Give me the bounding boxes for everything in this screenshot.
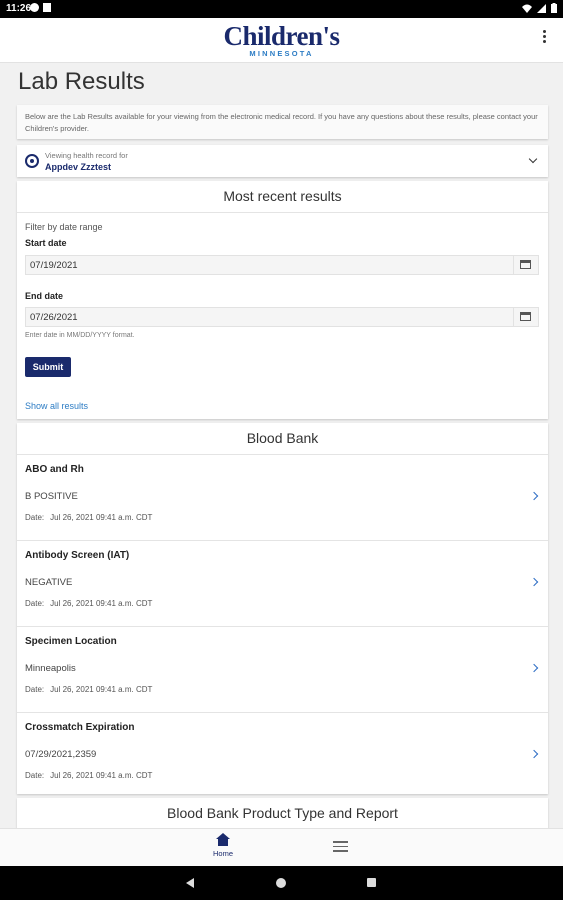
result-date: Date: Jul 26, 2021 09:41 a.m. CDT	[25, 685, 152, 694]
calendar-icon	[520, 312, 531, 321]
result-date: Date: Jul 26, 2021 09:41 a.m. CDT	[25, 771, 152, 780]
kebab-menu-icon[interactable]	[543, 30, 547, 45]
system-navigation-bar	[0, 866, 563, 900]
logo-subtitle: MINNESOTA	[249, 49, 314, 58]
signal-icon	[537, 3, 546, 13]
start-date-label: Start date	[25, 238, 67, 248]
date-format-hint: Enter date in MM/DD/YYYY format.	[25, 332, 135, 339]
result-title: Antibody Screen (IAT)	[25, 550, 130, 561]
battery-icon	[551, 3, 557, 13]
notification-icon	[30, 3, 39, 12]
end-date-value: 07/26/2021	[30, 312, 78, 323]
result-title: Specimen Location	[25, 636, 117, 647]
record-name: Appdev Zzztest	[45, 162, 112, 172]
recent-results-title: Most recent results	[17, 181, 548, 213]
date-prefix: Date:	[25, 513, 45, 522]
home-button-icon[interactable]	[276, 878, 286, 888]
childrens-logo: Children's MINNESOTA	[0, 21, 563, 59]
record-label: Viewing health record for	[45, 151, 128, 160]
result-value: Minneapolis	[25, 663, 76, 674]
end-date-label: End date	[25, 291, 64, 301]
product-report-title: Blood Bank Product Type and Report	[167, 805, 398, 821]
date-prefix: Date:	[25, 771, 45, 780]
result-value: B POSITIVE	[25, 491, 78, 502]
nav-home-label: Home	[212, 849, 233, 858]
page-title: Lab Results	[18, 68, 145, 95]
filter-label: Filter by date range	[25, 222, 103, 232]
result-row[interactable]: ABO and Rh B POSITIVE Date: Jul 26, 2021 …	[17, 455, 548, 541]
recent-apps-icon[interactable]	[367, 878, 376, 887]
show-all-results-link[interactable]: Show all results	[25, 401, 88, 411]
submit-button[interactable]: Submit	[25, 357, 71, 377]
back-icon[interactable]	[186, 878, 194, 888]
result-date-value: Jul 26, 2021 09:41 a.m. CDT	[50, 599, 153, 608]
date-prefix: Date:	[25, 685, 45, 694]
menu-icon[interactable]	[333, 841, 348, 855]
result-title: ABO and Rh	[25, 464, 84, 475]
result-title: Crossmatch Expiration	[25, 722, 135, 733]
home-icon	[216, 833, 230, 847]
chevron-right-icon[interactable]	[529, 491, 539, 501]
start-date-value: 07/19/2021	[30, 260, 78, 271]
blood-bank-card: Blood Bank ABO and Rh B POSITIVE Date: Ju…	[17, 423, 548, 794]
status-bar: 11:26	[0, 0, 563, 18]
date-prefix: Date:	[25, 599, 45, 608]
start-date-field[interactable]: 07/19/2021	[25, 255, 539, 275]
start-date-calendar-button[interactable]	[513, 256, 538, 274]
result-row[interactable]: Antibody Screen (IAT) NEGATIVE Date: Jul …	[17, 541, 548, 627]
health-record-selector[interactable]: Viewing health record for Appdev Zzztest	[17, 145, 548, 177]
chevron-down-icon[interactable]	[528, 154, 538, 164]
result-date: Date: Jul 26, 2021 09:41 a.m. CDT	[25, 599, 152, 608]
nav-home-tab[interactable]: Home	[206, 833, 240, 858]
chevron-right-icon[interactable]	[529, 663, 539, 673]
notification-icon	[43, 3, 51, 12]
chevron-right-icon[interactable]	[529, 749, 539, 759]
result-date-value: Jul 26, 2021 09:41 a.m. CDT	[50, 771, 153, 780]
intro-card: Below are the Lab Results available for …	[17, 105, 548, 139]
recent-results-card: Most recent results Filter by date range…	[17, 181, 548, 419]
end-date-field[interactable]: 07/26/2021	[25, 307, 539, 327]
bottom-navigation: Home	[0, 828, 563, 867]
calendar-icon	[520, 260, 531, 269]
status-time: 11:26	[6, 3, 32, 14]
result-row[interactable]: Crossmatch Expiration 07/29/2021,2359 Da…	[17, 713, 548, 798]
result-value: NEGATIVE	[25, 577, 73, 588]
wifi-icon	[522, 4, 532, 13]
result-value: 07/29/2021,2359	[25, 749, 97, 760]
blood-bank-title: Blood Bank	[17, 423, 548, 455]
intro-text: Below are the Lab Results available for …	[25, 112, 538, 133]
notification-icons	[30, 3, 51, 12]
system-status-icons	[522, 3, 557, 13]
result-date-value: Jul 26, 2021 09:41 a.m. CDT	[50, 513, 153, 522]
end-date-calendar-button[interactable]	[513, 308, 538, 326]
result-date: Date: Jul 26, 2021 09:41 a.m. CDT	[25, 513, 152, 522]
app-bar: Children's MINNESOTA	[0, 18, 563, 63]
logo-wordmark: Children's	[223, 21, 340, 51]
result-row[interactable]: Specimen Location Minneapolis Date: Jul 2…	[17, 627, 548, 713]
record-icon	[25, 154, 39, 168]
result-date-value: Jul 26, 2021 09:41 a.m. CDT	[50, 685, 153, 694]
chevron-right-icon[interactable]	[529, 577, 539, 587]
